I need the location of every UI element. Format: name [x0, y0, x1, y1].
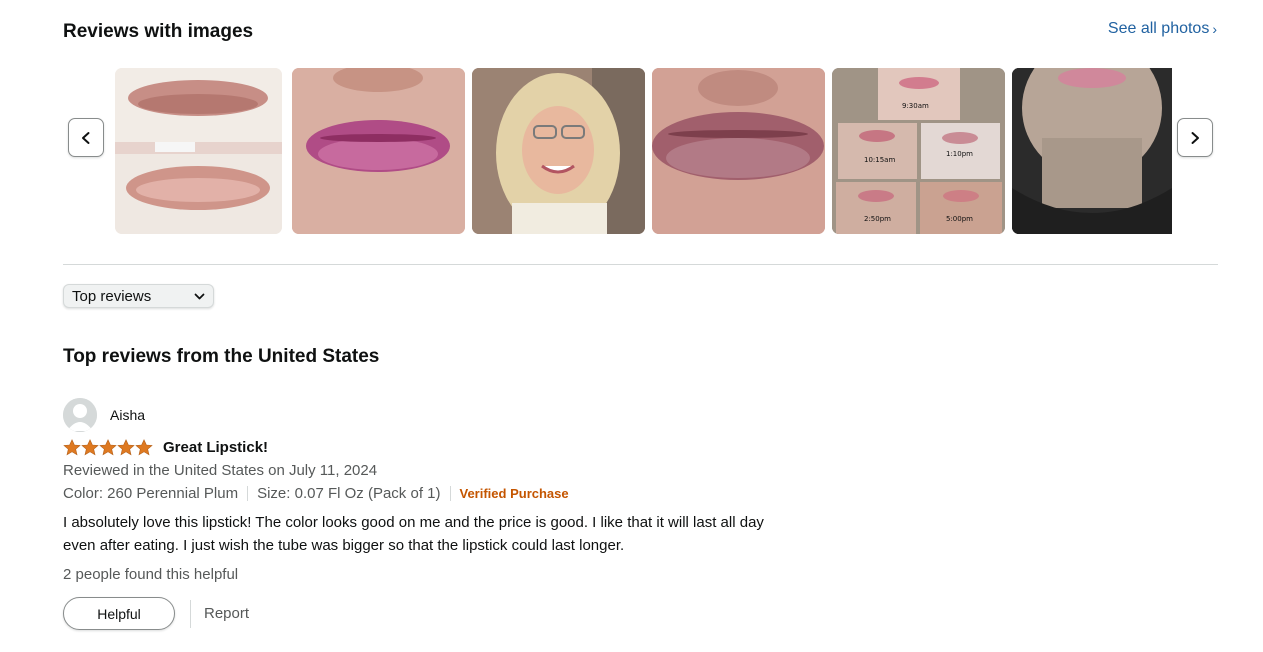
- carousel-prev-button[interactable]: [68, 118, 104, 157]
- chevron-down-icon: [194, 293, 205, 300]
- svg-text:1:10pm: 1:10pm: [946, 150, 973, 158]
- review-title[interactable]: Great Lipstick!: [163, 439, 268, 456]
- chevron-left-icon: [82, 131, 90, 144]
- reviews-with-images-title: Reviews with images: [63, 21, 254, 42]
- variant-size[interactable]: Size: 0.07 Fl Oz (Pack of 1): [257, 485, 440, 502]
- svg-text:2:50pm: 2:50pm: [864, 215, 891, 223]
- review-variant-info: Color: 260 Perennial Plum Size: 0.07 Fl …: [63, 485, 569, 502]
- review-body: I absolutely love this lipstick! The col…: [63, 511, 843, 557]
- divider: [247, 486, 249, 501]
- review-image-thumbnail[interactable]: [1012, 68, 1172, 234]
- top-reviews-heading: Top reviews from the United States: [63, 346, 380, 367]
- reviewer-portrait-image: [472, 68, 645, 234]
- divider: [190, 599, 191, 628]
- star-icon: [99, 439, 117, 456]
- star-icon: [81, 439, 99, 456]
- sort-reviews-dropdown[interactable]: Top reviews: [63, 284, 214, 308]
- neck-closeup-image: [1012, 68, 1172, 234]
- reviewer-name: Aisha: [110, 407, 146, 423]
- review-body-line: even after eating. I just wish the tube …: [63, 537, 625, 554]
- star-icon: [117, 439, 135, 456]
- review-image-thumbnail[interactable]: 9:30am 10:15am 1:10pm 2:50pm 5:00pm: [832, 68, 1005, 234]
- reviewer-profile[interactable]: Aisha: [63, 398, 145, 432]
- lips-comparison-image: [115, 68, 282, 234]
- svg-text:10:15am: 10:15am: [864, 156, 895, 164]
- verified-purchase-badge[interactable]: Verified Purchase: [460, 486, 569, 501]
- carousel-next-button[interactable]: [1177, 118, 1213, 157]
- chevron-right-icon: [1191, 131, 1199, 144]
- review-image-thumbnail[interactable]: [652, 68, 825, 234]
- avatar: [63, 398, 97, 432]
- review-body-line: I absolutely love this lipstick! The col…: [63, 514, 764, 531]
- review-image-carousel: 9:30am 10:15am 1:10pm 2:50pm 5:00pm: [63, 68, 1218, 234]
- star-icon: [63, 439, 81, 456]
- see-all-photos-link[interactable]: See all photos ›: [1108, 20, 1217, 38]
- report-link[interactable]: Report: [204, 605, 249, 622]
- section-divider: [63, 264, 1218, 265]
- star-icon: [135, 439, 153, 456]
- review-image-thumbnail[interactable]: [472, 68, 645, 234]
- review-date: Reviewed in the United States on July 11…: [63, 462, 378, 479]
- divider: [449, 486, 451, 501]
- see-all-photos-label: See all photos: [1107, 20, 1210, 37]
- lipstick-wear-timeline-image: 9:30am 10:15am 1:10pm 2:50pm 5:00pm: [832, 68, 1005, 234]
- review-rating-row: Great Lipstick!: [63, 439, 268, 456]
- helpful-button[interactable]: Helpful: [63, 597, 175, 630]
- svg-text:9:30am: 9:30am: [902, 102, 929, 110]
- sort-selected-value: Top reviews: [72, 287, 152, 305]
- review-actions: Helpful Report: [63, 597, 249, 630]
- variant-color[interactable]: Color: 260 Perennial Plum: [63, 485, 238, 502]
- star-rating[interactable]: [63, 439, 153, 456]
- default-avatar-icon: [63, 398, 97, 432]
- helpful-count: 2 people found this helpful: [63, 566, 239, 583]
- pink-lips-image: [292, 68, 465, 234]
- review-image-thumbnail[interactable]: [115, 68, 282, 234]
- chevron-right-icon: ›: [1212, 21, 1217, 37]
- svg-text:5:00pm: 5:00pm: [946, 215, 973, 223]
- review-image-thumbnail[interactable]: [292, 68, 465, 234]
- mauve-lips-image: [652, 68, 825, 234]
